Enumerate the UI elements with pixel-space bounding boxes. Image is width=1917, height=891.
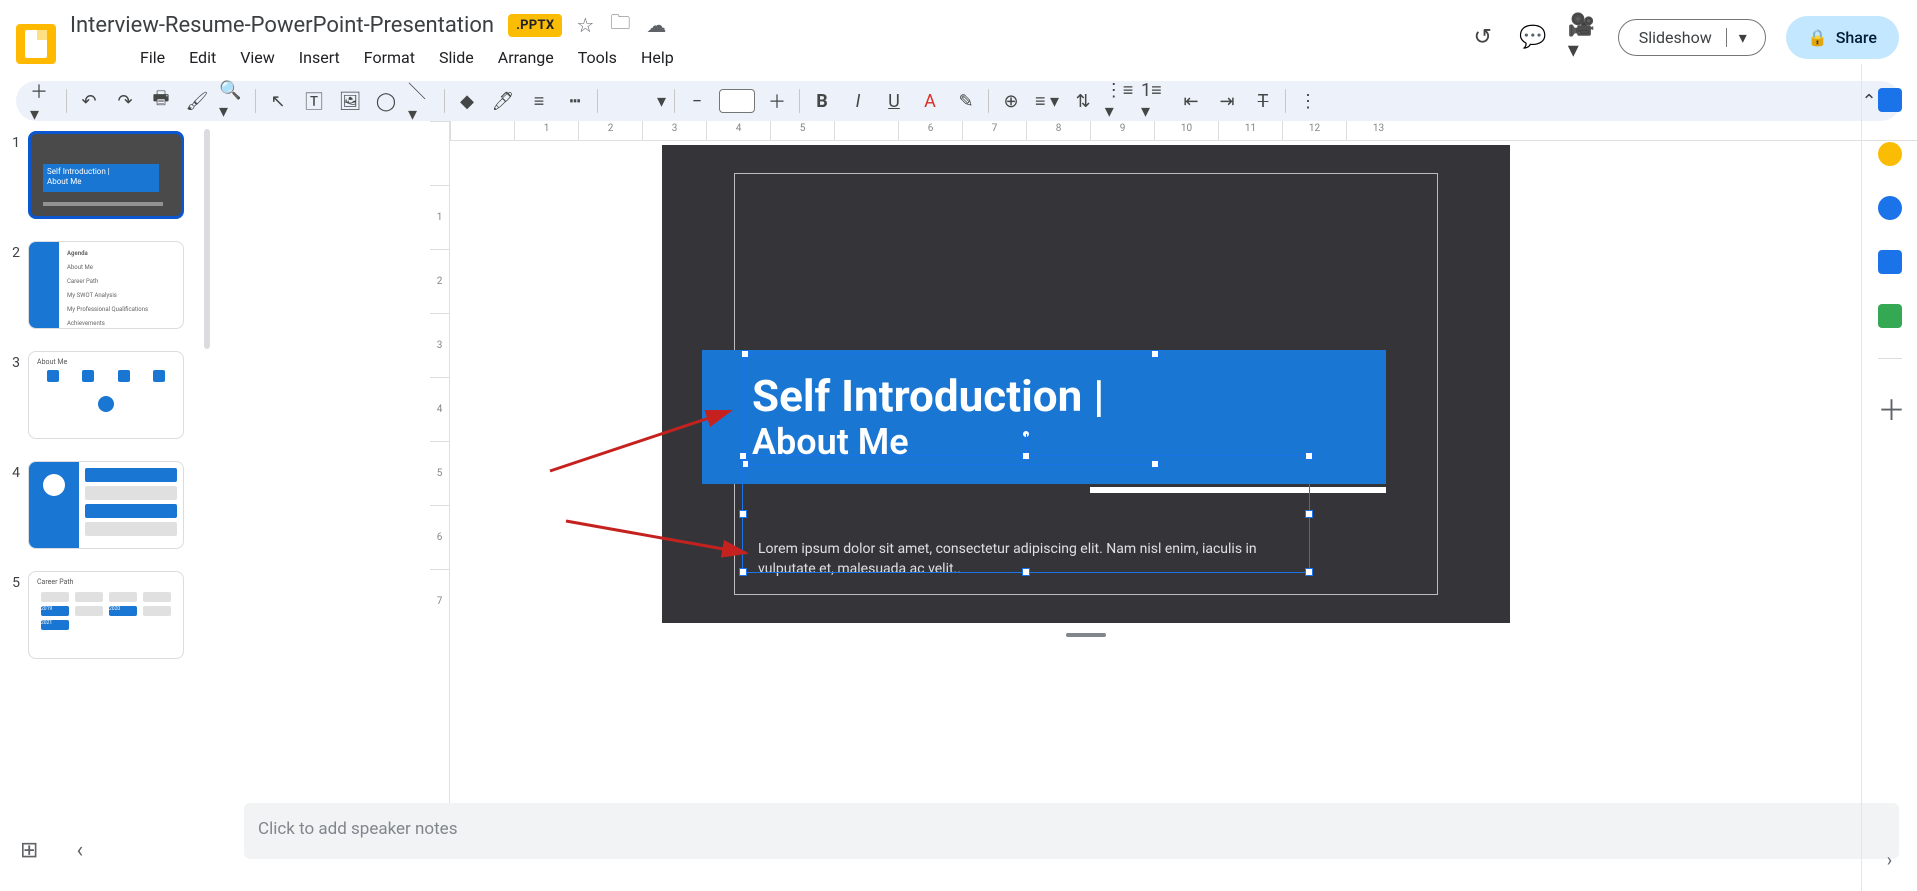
share-button[interactable]: 🔒 Share — [1786, 16, 1899, 59]
shape-tool[interactable]: ◯ — [372, 87, 400, 115]
slide-number: 5 — [6, 571, 20, 591]
number-list-button[interactable]: 1≡ ▾ — [1141, 87, 1169, 115]
move-icon[interactable]: 🗀 — [610, 8, 630, 42]
italic-button[interactable]: I — [844, 87, 872, 115]
cloud-icon[interactable]: ☁ — [646, 13, 666, 37]
format-badge: .PPTX — [508, 14, 562, 37]
menu-format[interactable]: Format — [354, 44, 425, 71]
calendar-icon[interactable] — [1878, 88, 1902, 112]
version-history-icon[interactable]: ↺ — [1468, 23, 1498, 53]
slide-thumbnail-4[interactable] — [28, 461, 184, 549]
tasks-icon[interactable] — [1878, 196, 1902, 220]
more-button[interactable]: ⋮ — [1294, 87, 1322, 115]
border-weight-button[interactable]: ≡ — [525, 87, 553, 115]
grid-view-button[interactable]: ⊞ — [20, 838, 38, 863]
slides-logo[interactable] — [16, 24, 56, 64]
side-panel: ＋ › — [1861, 64, 1917, 891]
bullet-list-button[interactable]: ⋮≡ ▾ — [1105, 87, 1133, 115]
align-button[interactable]: ≡ ▾ — [1033, 87, 1061, 115]
new-slide-button[interactable]: ＋ ▾ — [30, 87, 58, 115]
font-dropdown[interactable]: ▾ — [606, 87, 666, 115]
border-color-button[interactable]: 🖊 — [489, 87, 517, 115]
slide-filmstrip[interactable]: 1 Self Introduction |About Me 2 Agenda A… — [0, 121, 210, 832]
menu-edit[interactable]: Edit — [179, 44, 226, 71]
slide-thumbnail-3[interactable]: About Me — [28, 351, 184, 439]
addons-plus-icon[interactable]: ＋ — [1878, 389, 1902, 413]
zoom-button[interactable]: 🔍 ▾ — [219, 87, 247, 115]
slideshow-label: Slideshow — [1639, 28, 1712, 47]
selection-box-title[interactable] — [744, 353, 1156, 465]
canvas-resize-handle[interactable] — [1066, 633, 1106, 637]
link-button[interactable]: ⊕ — [997, 87, 1025, 115]
vertical-ruler: 1 2 3 4 5 6 7 — [430, 121, 450, 832]
slide-canvas[interactable]: Self Introduction | About Me Lorem ipsum… — [662, 145, 1510, 623]
menu-view[interactable]: View — [230, 44, 285, 71]
increase-indent-button[interactable]: ⇥ — [1213, 87, 1241, 115]
star-icon[interactable]: ☆ — [576, 13, 594, 37]
document-title[interactable]: Interview-Resume-PowerPoint-Presentation — [70, 13, 494, 38]
annotation-arrow-1 — [540, 401, 740, 481]
decrease-indent-button[interactable]: ⇤ — [1177, 87, 1205, 115]
line-spacing-button[interactable]: ⇅ — [1069, 87, 1097, 115]
slide-number: 3 — [6, 351, 20, 371]
fill-color-button[interactable]: ◆ — [453, 87, 481, 115]
chevron-down-icon[interactable]: ▾ — [1726, 28, 1759, 47]
menu-tools[interactable]: Tools — [568, 44, 627, 71]
paint-format-button[interactable]: 🖌 — [183, 87, 211, 115]
slide-thumbnail-2[interactable]: Agenda About Me Career Path My SWOT Anal… — [28, 241, 184, 329]
highlight-button[interactable]: ✎ — [952, 87, 980, 115]
undo-button[interactable]: ↶ — [75, 87, 103, 115]
select-tool[interactable]: ↖ — [264, 87, 292, 115]
menu-bar: File Edit View Insert Format Slide Arran… — [70, 44, 700, 79]
prev-slide-button[interactable]: ‹ — [76, 838, 83, 863]
menu-file[interactable]: File — [130, 44, 175, 71]
slide-thumbnail-5[interactable]: Career Path 2019 2020 2021 — [28, 571, 184, 659]
horizontal-ruler: 1 2 3 4 5 6 7 8 9 10 11 12 13 — [450, 121, 1917, 141]
lock-icon: 🔒 — [1808, 28, 1828, 47]
font-size-input[interactable] — [719, 89, 755, 113]
text-color-button[interactable]: A — [916, 87, 944, 115]
slide-number: 4 — [6, 461, 20, 481]
keep-icon[interactable] — [1878, 142, 1902, 166]
menu-slide[interactable]: Slide — [429, 44, 484, 71]
comments-icon[interactable]: 💬 — [1518, 23, 1548, 53]
maps-icon[interactable] — [1878, 304, 1902, 328]
slide-thumbnail-1[interactable]: Self Introduction |About Me — [28, 131, 184, 219]
meet-icon[interactable]: 🎥 ▾ — [1568, 23, 1598, 53]
menu-help[interactable]: Help — [631, 44, 684, 71]
textbox-tool[interactable]: 🅃 — [300, 87, 328, 115]
image-tool[interactable]: 🖼 — [336, 87, 364, 115]
share-label: Share — [1836, 28, 1877, 47]
bold-button[interactable]: B — [808, 87, 836, 115]
decrease-font-button[interactable]: − — [683, 87, 711, 115]
menu-insert[interactable]: Insert — [289, 44, 350, 71]
selection-box-group[interactable] — [742, 455, 1310, 573]
clear-format-button[interactable]: T — [1249, 87, 1277, 115]
toolbar: ＋ ▾ ↶ ↷ 🖶 🖌 🔍 ▾ ↖ 🅃 🖼 ◯ ＼ ▾ ◆ 🖊 ≡ ┅ ▾ − … — [16, 81, 1901, 121]
increase-font-button[interactable]: ＋ — [763, 87, 791, 115]
menu-arrange[interactable]: Arrange — [488, 44, 564, 71]
speaker-notes-input[interactable]: Click to add speaker notes — [244, 803, 1899, 859]
border-dash-button[interactable]: ┅ — [561, 87, 589, 115]
slide-number: 1 — [6, 131, 20, 151]
underline-button[interactable]: U — [880, 87, 908, 115]
collapse-side-panel-icon[interactable]: › — [1887, 850, 1892, 871]
slideshow-button[interactable]: Slideshow ▾ — [1618, 19, 1766, 56]
contacts-icon[interactable] — [1878, 250, 1902, 274]
print-button[interactable]: 🖶 — [147, 87, 175, 115]
line-tool[interactable]: ＼ ▾ — [408, 87, 436, 115]
redo-button[interactable]: ↷ — [111, 87, 139, 115]
annotation-arrow-2 — [556, 513, 756, 563]
slide-canvas-area[interactable]: 1 2 3 4 5 6 7 1 2 3 4 5 6 7 8 9 10 11 12… — [210, 121, 1917, 832]
slide-number: 2 — [6, 241, 20, 261]
